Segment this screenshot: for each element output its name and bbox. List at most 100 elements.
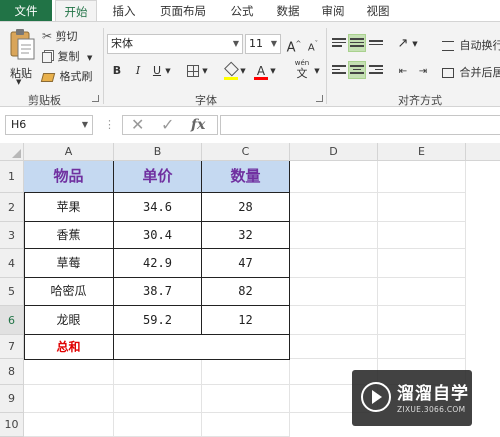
row-header-3[interactable]: 3 — [0, 222, 24, 249]
phonetic-button[interactable]: wén 文 — [290, 58, 314, 82]
table-cell-item[interactable]: 苹果 — [24, 193, 114, 222]
table-cell-price[interactable]: 30.4 — [114, 222, 202, 249]
cell[interactable] — [290, 193, 378, 222]
column-header-e[interactable]: E — [378, 143, 466, 161]
grow-font-button[interactable]: A^ — [285, 35, 303, 55]
cell[interactable] — [24, 385, 114, 413]
row-header-2[interactable]: 2 — [0, 193, 24, 222]
table-header-item[interactable]: 物品 — [24, 161, 114, 193]
table-cell-price[interactable]: 42.9 — [114, 249, 202, 278]
cell[interactable] — [290, 249, 378, 278]
align-bottom-button[interactable] — [367, 35, 385, 53]
table-header-quantity[interactable]: 数量 — [202, 161, 290, 193]
cell[interactable] — [24, 413, 114, 437]
align-middle-button[interactable] — [348, 34, 366, 52]
underline-dropdown-icon[interactable]: ▼ — [163, 62, 173, 80]
wrap-text-button[interactable]: 自动换行 — [442, 37, 500, 53]
tab-insert[interactable]: 插入 — [103, 0, 145, 22]
borders-dropdown-icon[interactable]: ▼ — [200, 62, 210, 80]
clipboard-launcher-icon[interactable] — [92, 95, 99, 102]
cell[interactable] — [114, 413, 202, 437]
italic-button[interactable]: I — [129, 62, 147, 80]
row-header-8[interactable]: 8 — [0, 359, 24, 385]
cell[interactable] — [114, 385, 202, 413]
font-size-dropdown-icon[interactable]: ▼ — [271, 35, 277, 53]
total-value-cell[interactable] — [114, 335, 290, 360]
table-cell-quantity[interactable]: 47 — [202, 249, 290, 278]
cell[interactable] — [378, 249, 466, 278]
font-launcher-icon[interactable] — [316, 95, 323, 102]
name-box-dropdown-icon[interactable]: ▼ — [82, 116, 88, 134]
cell[interactable] — [202, 385, 290, 413]
enter-entry-icon[interactable]: ✓ — [161, 116, 174, 134]
table-cell-quantity[interactable]: 28 — [202, 193, 290, 222]
table-cell-item[interactable]: 哈密瓜 — [24, 278, 114, 306]
column-header-a[interactable]: A — [24, 143, 114, 161]
table-cell-item[interactable]: 草莓 — [24, 249, 114, 278]
table-cell-quantity[interactable]: 32 — [202, 222, 290, 249]
column-header-c[interactable]: C — [202, 143, 290, 161]
bold-button[interactable]: B — [108, 62, 126, 80]
table-cell-price[interactable]: 34.6 — [114, 193, 202, 222]
row-header-7[interactable]: 7 — [0, 335, 24, 359]
align-center-button[interactable] — [348, 61, 366, 79]
column-header-d[interactable]: D — [290, 143, 378, 161]
phonetic-dropdown-icon[interactable]: ▼ — [312, 62, 322, 80]
cell[interactable] — [290, 161, 378, 193]
decrease-indent-button[interactable]: ⇤ — [394, 62, 412, 80]
row-header-1[interactable]: 1 — [0, 161, 24, 193]
row-header-9[interactable]: 9 — [0, 385, 24, 413]
cell[interactable] — [290, 306, 378, 335]
tab-data[interactable]: 数据 — [267, 0, 309, 22]
select-all-corner[interactable] — [0, 143, 24, 161]
cell[interactable] — [378, 278, 466, 306]
tab-file[interactable]: 文件 — [0, 0, 52, 22]
worksheet-grid[interactable]: A B C D E 1 2 3 4 5 6 7 8 9 10 物品 单价 数量 … — [0, 143, 500, 437]
cell[interactable] — [202, 359, 290, 385]
cell[interactable] — [290, 278, 378, 306]
tab-page-layout[interactable]: 页面布局 — [152, 0, 214, 22]
align-top-button[interactable] — [330, 35, 348, 53]
cell[interactable] — [24, 359, 114, 385]
merge-center-button[interactable]: 合并后居 — [442, 64, 500, 80]
table-cell-quantity[interactable]: 82 — [202, 278, 290, 306]
cell[interactable] — [202, 413, 290, 437]
column-header-f[interactable] — [466, 143, 500, 161]
table-cell-item[interactable]: 龙眼 — [24, 306, 114, 335]
table-cell-quantity[interactable]: 12 — [202, 306, 290, 335]
cell[interactable] — [378, 193, 466, 222]
paste-button[interactable]: 粘贴 ▼ — [4, 28, 36, 86]
cut-button[interactable]: ✂ 剪切 — [42, 28, 78, 44]
fill-color-dropdown-icon[interactable]: ▼ — [238, 62, 248, 80]
shrink-font-button[interactable]: Aˇ — [304, 35, 322, 53]
column-header-b[interactable]: B — [114, 143, 202, 161]
cell[interactable] — [290, 222, 378, 249]
font-name-combo[interactable]: 宋体 ▼ — [107, 34, 243, 54]
orientation-dropdown-icon[interactable]: ▼ — [410, 35, 420, 53]
cell[interactable] — [290, 335, 378, 359]
tab-view[interactable]: 视图 — [357, 0, 399, 22]
table-header-price[interactable]: 单价 — [114, 161, 202, 193]
copy-button[interactable]: 复制 ▼ — [42, 48, 92, 64]
cancel-entry-icon[interactable]: ✕ — [131, 116, 144, 134]
table-cell-item[interactable]: 香蕉 — [24, 222, 114, 249]
font-size-combo[interactable]: 11 ▼ — [245, 34, 281, 54]
row-header-5[interactable]: 5 — [0, 278, 24, 306]
row-header-6[interactable]: 6 — [0, 306, 24, 335]
row-header-4[interactable]: 4 — [0, 249, 24, 278]
name-box[interactable]: H6 ▼ — [5, 115, 93, 135]
paste-dropdown-icon[interactable]: ▼ — [16, 78, 21, 86]
format-painter-button[interactable]: 格式刷 — [40, 68, 93, 84]
tab-review[interactable]: 审阅 — [312, 0, 354, 22]
tab-home[interactable]: 开始 — [55, 0, 97, 22]
total-label-cell[interactable]: 总和 — [24, 335, 114, 360]
cell[interactable] — [378, 222, 466, 249]
cell[interactable] — [378, 335, 466, 359]
cell[interactable] — [378, 306, 466, 335]
cell[interactable] — [114, 359, 202, 385]
row-header-10[interactable]: 10 — [0, 413, 24, 437]
tab-formulas[interactable]: 公式 — [221, 0, 263, 22]
formula-bar-grip-icon[interactable]: ⋮ — [104, 115, 115, 135]
table-cell-price[interactable]: 59.2 — [114, 306, 202, 335]
increase-indent-button[interactable]: ⇥ — [414, 62, 432, 80]
